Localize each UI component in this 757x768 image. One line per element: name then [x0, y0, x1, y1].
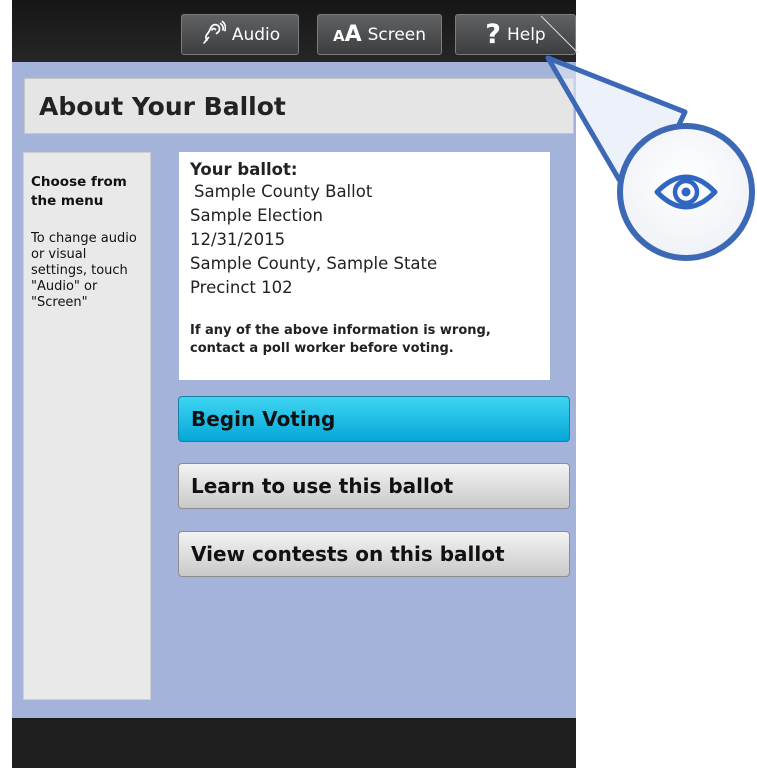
- view-contests-button[interactable]: View contests on this ballot: [178, 531, 570, 577]
- page-title: About Your Ballot: [24, 78, 574, 134]
- text-size-icon: AA: [333, 22, 362, 47]
- hearing-ear-icon: [200, 19, 227, 50]
- ballot-screen: Audio AA Screen ? Help About Your Ballot…: [12, 0, 576, 768]
- screen-button[interactable]: AA Screen: [317, 14, 442, 55]
- ballot-location: Sample County, Sample State: [190, 254, 438, 273]
- help-label: Help: [506, 24, 546, 45]
- audio-button[interactable]: Audio: [181, 14, 299, 55]
- sidebar-instructions: To change audio or visual settings, touc…: [31, 231, 137, 310]
- ballot-name: Sample County Ballot: [194, 182, 373, 201]
- bottom-bar: [12, 718, 576, 768]
- sidebar: Choose from the menu To change audio or …: [23, 152, 151, 700]
- callout-lens: [617, 123, 755, 261]
- top-toolbar: Audio AA Screen ? Help: [12, 0, 576, 62]
- ballot-warning: If any of the above information is wrong…: [190, 323, 491, 356]
- text-size-small-letter: A: [332, 27, 345, 45]
- learn-ballot-button[interactable]: Learn to use this ballot: [178, 463, 570, 509]
- begin-voting-button[interactable]: Begin Voting: [178, 396, 570, 442]
- audio-label: Audio: [231, 24, 281, 45]
- eye-icon: [654, 174, 718, 210]
- help-button[interactable]: ? Help: [455, 14, 576, 55]
- screen-label: Screen: [367, 24, 427, 45]
- ballot-info-panel: Your ballot: Sample County Ballot Sample…: [179, 152, 550, 380]
- text-size-large-letter: A: [344, 22, 362, 47]
- ballot-election: Sample Election: [190, 206, 323, 225]
- sidebar-heading: Choose from the menu: [31, 174, 127, 209]
- ballot-heading: Your ballot:: [190, 160, 298, 179]
- question-mark-icon: ?: [485, 19, 501, 50]
- ballot-date: 12/31/2015: [190, 230, 286, 249]
- ballot-precinct: Precinct 102: [190, 278, 293, 297]
